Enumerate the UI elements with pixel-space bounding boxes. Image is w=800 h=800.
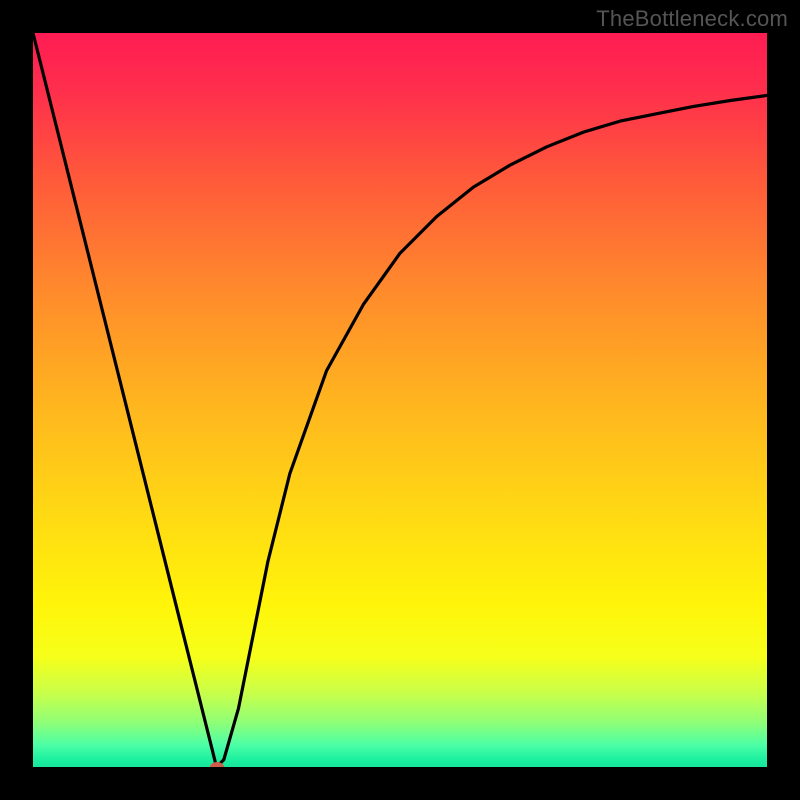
attribution-text: TheBottleneck.com	[596, 6, 788, 32]
bottleneck-curve	[33, 33, 767, 767]
minimum-marker	[210, 762, 224, 767]
chart-frame: TheBottleneck.com	[0, 0, 800, 800]
plot-area	[33, 33, 767, 767]
